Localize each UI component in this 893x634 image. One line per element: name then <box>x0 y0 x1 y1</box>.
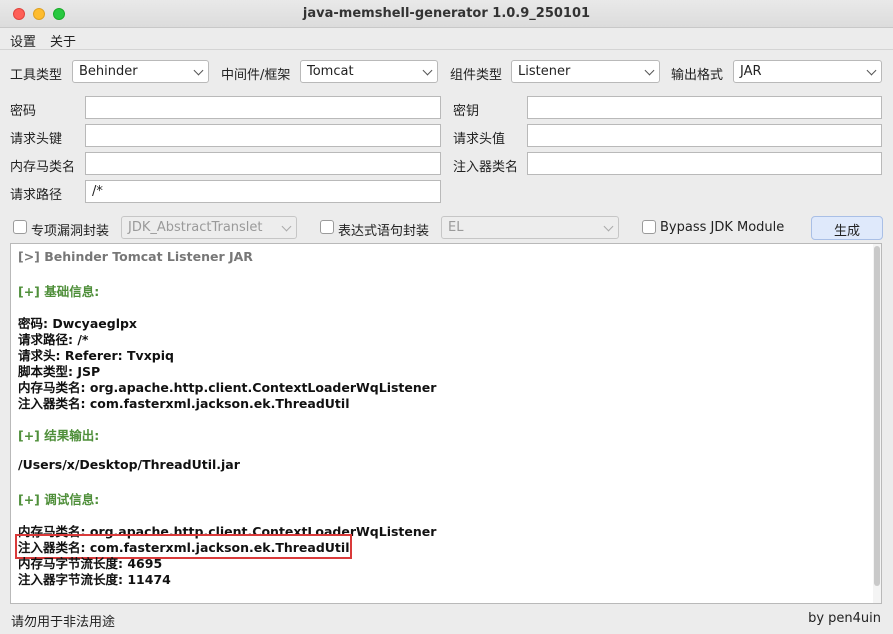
chevron-down-icon <box>866 65 877 76</box>
status-disclaimer: 请勿用于非法用途 <box>11 615 116 630</box>
shell-class-field[interactable] <box>85 152 441 175</box>
status-author: by pen4uin <box>808 611 881 626</box>
chevron-down-icon <box>644 65 655 76</box>
key-field[interactable] <box>527 96 882 119</box>
title-bar[interactable]: java-memshell-generator 1.0.9_250101 <box>0 0 893 28</box>
header-value-field[interactable] <box>527 124 882 147</box>
bypass-label: Bypass JDK Module <box>660 220 785 235</box>
password-label: 密码 <box>10 104 37 119</box>
output-header: [>] Behinder Tomcat Listener JAR <box>18 249 253 264</box>
tool-type-label: 工具类型 <box>10 68 63 83</box>
basic-info-heading: [+] 基础信息: <box>18 284 100 299</box>
key-label: 密钥 <box>453 104 480 119</box>
menu-settings[interactable]: 设置 <box>10 31 36 50</box>
menu-about[interactable]: 关于 <box>50 31 76 50</box>
password-field[interactable] <box>85 96 441 119</box>
middleware-label: 中间件/框架 <box>221 68 291 83</box>
output-format-value: JAR <box>740 64 762 79</box>
injector-class-label: 注入器类名 <box>453 160 519 175</box>
output-format-label: 输出格式 <box>671 68 724 83</box>
output-log[interactable]: [>] Behinder Tomcat Listener JAR [+] 基础信… <box>10 243 882 604</box>
gadget-checkbox[interactable] <box>13 220 27 234</box>
expr-value: EL <box>448 220 464 235</box>
shell-class-label: 内存马类名 <box>10 160 76 175</box>
path-field[interactable]: /* <box>85 180 441 203</box>
menu-bar: 设置 关于 <box>0 28 893 50</box>
middleware-value: Tomcat <box>307 64 354 79</box>
component-type-value: Listener <box>518 64 571 79</box>
chevron-down-icon <box>603 221 614 232</box>
expr-label: 表达式语句封装 <box>338 224 430 239</box>
log-line: 注入器字节流长度: 11474 <box>18 572 171 587</box>
log-line: 注入器类名: com.fasterxml.jackson.ek.ThreadUt… <box>18 396 350 411</box>
app-window: java-memshell-generator 1.0.9_250101 设置 … <box>0 0 893 634</box>
gadget-label: 专项漏洞封装 <box>31 224 110 239</box>
scrollbar-thumb[interactable] <box>874 246 880 586</box>
header-key-field[interactable] <box>85 124 441 147</box>
gadget-select[interactable]: JDK_AbstractTranslet <box>121 216 297 239</box>
generate-button[interactable]: 生成 <box>811 216 883 240</box>
window-title: java-memshell-generator 1.0.9_250101 <box>302 6 591 21</box>
component-type-select[interactable]: Listener <box>511 60 660 83</box>
chevron-down-icon <box>193 65 204 76</box>
injector-class-field[interactable] <box>527 152 882 175</box>
header-value-label: 请求头值 <box>453 132 506 147</box>
path-label: 请求路径 <box>10 188 63 203</box>
expr-checkbox[interactable] <box>320 220 334 234</box>
gadget-value: JDK_AbstractTranslet <box>128 220 263 235</box>
result-path: /Users/x/Desktop/ThreadUtil.jar <box>18 457 240 472</box>
debug-heading: [+] 调试信息: <box>18 492 100 507</box>
tool-type-select[interactable]: Behinder <box>72 60 209 83</box>
chevron-down-icon <box>422 65 433 76</box>
output-scrollbar[interactable] <box>873 244 881 603</box>
chevron-down-icon <box>281 221 292 232</box>
component-type-label: 组件类型 <box>450 68 503 83</box>
bypass-checkbox[interactable] <box>642 220 656 234</box>
result-heading: [+] 结果输出: <box>18 428 100 443</box>
middleware-select[interactable]: Tomcat <box>300 60 438 83</box>
status-bar: 请勿用于非法用途 by pen4uin <box>0 606 893 634</box>
header-key-label: 请求头键 <box>10 132 63 147</box>
output-format-select[interactable]: JAR <box>733 60 882 83</box>
expr-select[interactable]: EL <box>441 216 619 239</box>
tool-type-value: Behinder <box>79 64 138 79</box>
